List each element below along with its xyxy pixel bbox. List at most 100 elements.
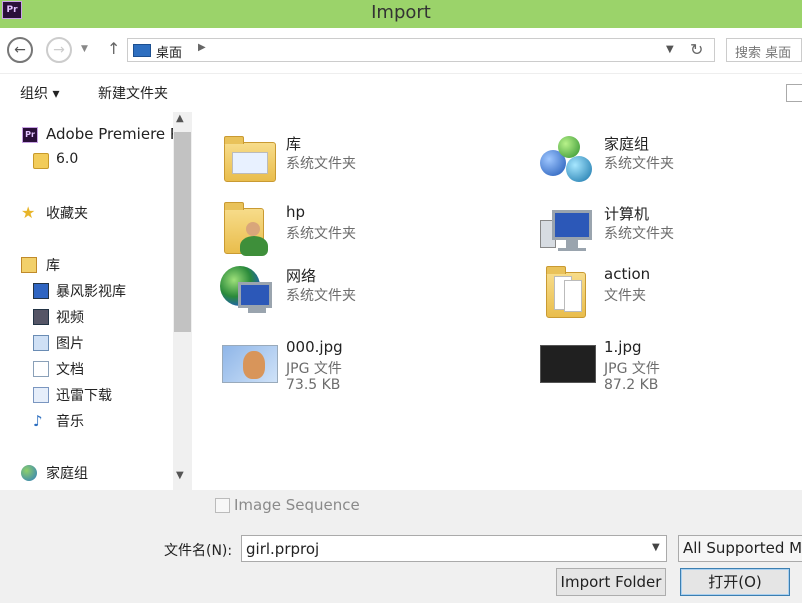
title-bar: Pr Import [0,0,802,28]
nav-item-label: 暴风影视库 [56,284,126,300]
network-icon [220,264,280,324]
forward-button[interactable]: → [46,37,72,63]
nav-item-6-0[interactable]: 6.0 [0,150,170,172]
nav-item-label: 视频 [56,310,84,326]
file-list: 库 系统文件夹 家庭组 系统文件夹 hp 系统文件夹 计算机 系统文件夹 网络 … [192,112,802,490]
image-sequence-label: Image Sequence [234,496,360,514]
nav-item-label: 库 [46,258,60,274]
refresh-button[interactable]: ↻ [690,40,703,59]
back-button[interactable]: ← [7,37,33,63]
address-path[interactable]: 桌面 [156,42,182,61]
computer-icon [538,202,598,262]
nav-item-libraries[interactable]: 库 [0,254,170,276]
nav-item-videos[interactable]: 视频 [0,306,170,328]
nav-item-label: 收藏夹 [46,206,88,222]
file-size: 87.2 KB [604,377,659,393]
nav-item-favorites[interactable]: ★ 收藏夹 [0,202,170,224]
scroll-up-icon[interactable]: ▲ [176,113,184,124]
nav-item-homegroup[interactable]: 家庭组 [0,462,170,484]
file-item-hp[interactable]: hp 系统文件夹 [220,202,500,262]
chevron-right-icon[interactable]: ▶ [198,42,206,53]
window-title: Import [371,2,431,23]
bottom-panel: Image Sequence 文件名(N): girl.prproj ▼ All… [0,490,802,603]
file-item-computer[interactable]: 计算机 系统文件夹 [538,202,798,262]
star-icon: ★ [21,203,36,222]
libraries-folder-icon [220,132,280,192]
file-item-1-jpg[interactable]: 1.jpg JPG 文件 87.2 KB [538,337,798,397]
nav-item-label: 文档 [56,362,84,378]
image-sequence-checkbox[interactable] [215,498,230,513]
address-bar[interactable]: 桌面 ▶ ▼ ↻ [127,38,715,62]
file-item-action[interactable]: action 文件夹 [538,264,798,324]
file-name: 库 [286,135,302,153]
nav-item-music[interactable]: ♪ 音乐 [0,410,170,432]
nav-item-pictures[interactable]: 图片 [0,332,170,354]
nav-scrollbar[interactable]: ▲ ▼ [173,112,192,490]
file-type: 系统文件夹 [286,288,356,304]
import-folder-button[interactable]: Import Folder [556,568,666,596]
file-name: 000.jpg [286,338,343,356]
file-type: 系统文件夹 [604,226,674,242]
nav-item-label: 6.0 [56,151,79,167]
desktop-icon [133,44,151,57]
file-type: 系统文件夹 [604,156,674,172]
navigation-pane: Pr Adobe Premiere P 6.0 ★ 收藏夹 库 暴风影视库 视频… [0,112,192,490]
file-name: 网络 [286,267,317,285]
file-type: 系统文件夹 [286,226,356,242]
filename-input[interactable]: girl.prproj ▼ [241,535,667,562]
filename-label: 文件名(N): [164,543,233,559]
image-thumbnail [538,337,598,397]
file-type: 系统文件夹 [286,156,356,172]
history-dropdown-icon[interactable]: ▼ [81,44,88,54]
file-size: 73.5 KB [286,377,341,393]
nav-item-premiere[interactable]: Pr Adobe Premiere P [0,124,173,146]
documents-icon [33,361,49,377]
file-name: hp [286,203,306,221]
file-name: action [604,265,651,283]
file-item-homegroup[interactable]: 家庭组 系统文件夹 [538,132,798,192]
user-folder-icon [220,202,280,262]
file-item-network[interactable]: 网络 系统文件夹 [220,264,500,324]
file-item-000-jpg[interactable]: 000.jpg JPG 文件 73.5 KB [220,337,500,397]
folder-icon [33,153,49,169]
new-folder-button[interactable]: 新建文件夹 [98,83,168,103]
chevron-down-icon[interactable]: ▼ [652,542,660,553]
nav-item-label: 家庭组 [46,466,88,482]
media-library-icon [33,283,49,299]
command-toolbar: 组织 ▾ 新建文件夹 [0,74,802,110]
file-type: JPG 文件 [604,361,660,377]
file-item-libraries[interactable]: 库 系统文件夹 [220,132,500,192]
premiere-icon: Pr [22,127,38,143]
nav-item-documents[interactable]: 文档 [0,358,170,380]
file-name: 计算机 [604,205,650,223]
file-type: JPG 文件 [286,361,342,377]
library-icon [21,257,37,273]
music-icon: ♪ [33,412,43,430]
video-icon [33,309,49,325]
search-input[interactable]: 搜索 桌面 [726,38,802,62]
up-level-button[interactable]: ↑ [107,39,120,58]
open-button[interactable]: 打开(O) [680,568,790,596]
folder-icon [538,264,598,324]
nav-item-label: 音乐 [56,414,84,430]
organize-button[interactable]: 组织 ▾ [20,83,59,103]
download-icon [33,387,49,403]
nav-item-downloads[interactable]: 迅雷下载 [0,384,170,406]
chevron-down-icon[interactable]: ▼ [666,44,674,55]
nav-item-label: 迅雷下载 [56,388,112,404]
view-options-icon[interactable] [786,84,802,102]
nav-item-label: Adobe Premiere P [46,125,173,143]
pictures-icon [33,335,49,351]
filename-value[interactable]: girl.prproj [246,540,319,558]
file-name: 1.jpg [604,338,642,356]
file-type-select[interactable]: All Supported M [678,535,802,562]
scrollbar-thumb[interactable] [174,132,191,332]
file-name: 家庭组 [604,135,650,153]
nav-item-media-library[interactable]: 暴风影视库 [0,280,170,302]
scroll-down-icon[interactable]: ▼ [176,470,184,481]
nav-item-label: 图片 [56,336,84,352]
homegroup-icon [538,132,598,192]
file-type: 文件夹 [604,288,646,304]
image-thumbnail [220,337,280,397]
homegroup-icon [21,465,37,481]
